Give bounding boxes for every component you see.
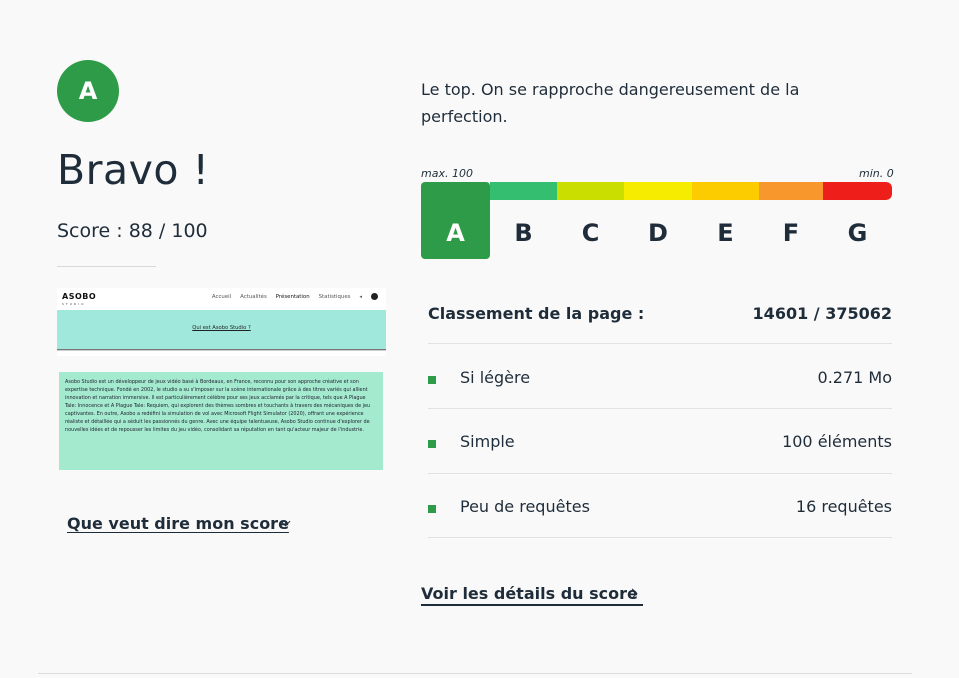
metric-value: 100 éléments <box>782 432 892 451</box>
grade-letter-f: F <box>782 219 800 247</box>
divider <box>428 343 892 344</box>
bullet-icon <box>428 505 436 513</box>
preview-nav-link: Statistiques <box>318 293 351 300</box>
divider <box>428 408 892 409</box>
grade-letter-g: G <box>847 219 868 247</box>
score-meaning-link[interactable]: Que veut dire mon score <box>67 514 289 533</box>
grade-badge: A <box>57 60 119 122</box>
bullet-icon <box>428 376 436 384</box>
score-description: Le top. On se rapproche dangereusement d… <box>421 80 800 126</box>
ranking-value: 14601 / 375062 <box>752 304 892 323</box>
bottom-divider <box>38 673 912 674</box>
scale-segment-e <box>692 182 759 200</box>
metric-label: Simple <box>460 432 515 451</box>
metric-row-requests: Peu de requêtes 16 requêtes <box>428 497 892 521</box>
grade-letter-b: B <box>514 219 533 247</box>
page-preview-thumbnail: ASOBO STUDIO Accueil Actualités Présenta… <box>57 288 386 470</box>
scale-segment-b <box>490 182 557 200</box>
details-link-underline <box>421 604 643 606</box>
bullet-icon <box>428 440 436 448</box>
metric-value: 16 requêtes <box>795 497 892 516</box>
page-title: Bravo ! <box>57 146 210 194</box>
metric-value: 0.271 Mo <box>817 368 892 387</box>
scale-segment-f <box>759 182 823 200</box>
ranking-row: Classement de la page : 14601 / 375062 <box>428 304 892 323</box>
grade-letter-d: D <box>648 219 668 247</box>
divider <box>428 473 892 474</box>
ranking-label: Classement de la page : <box>428 304 645 323</box>
scale-segment-d <box>624 182 692 200</box>
preview-logo: ASOBO <box>62 292 97 301</box>
preview-avatar-icon <box>371 293 378 300</box>
preview-hero-link: Qui est Asobo Studio ? <box>192 325 251 331</box>
metric-label: Si légère <box>460 368 531 387</box>
divider <box>57 266 156 267</box>
metric-row-weight: Si légère 0.271 Mo <box>428 368 892 392</box>
preview-navbar: ASOBO STUDIO Accueil Actualités Présenta… <box>57 288 386 310</box>
preview-logo-sub: STUDIO <box>62 302 86 306</box>
grade-active-a: A <box>421 182 490 259</box>
preview-hero: Qui est Asobo Studio ? <box>57 310 386 350</box>
scale-max-label: max. 100 <box>421 167 473 180</box>
scale-min-label: min. 0 <box>859 167 894 180</box>
grade-scale-bar <box>490 182 892 200</box>
preview-nav-link: Actualités <box>240 293 267 300</box>
metric-row-elements: Simple 100 éléments <box>428 432 892 456</box>
preview-gap <box>57 350 386 356</box>
preview-nav-links: Accueil Actualités Présentation Statisti… <box>212 293 378 300</box>
score-text: Score : 88 / 100 <box>57 220 208 242</box>
preview-nav-link: Accueil <box>211 293 232 300</box>
preview-body-text: Asobo Studio est un développeur de jeux … <box>59 372 383 470</box>
score-details-link[interactable]: Voir les détails du score <box>421 584 638 603</box>
scale-segment-g <box>823 182 892 200</box>
grade-letter-e: E <box>717 219 734 247</box>
scale-segment-c <box>557 182 624 200</box>
preview-nav-link: Présentation <box>275 293 310 300</box>
divider <box>428 537 892 538</box>
metric-label: Peu de requêtes <box>460 497 590 516</box>
preview-arrow-icon: ◂ <box>359 293 362 300</box>
grade-letter-c: C <box>581 219 600 247</box>
